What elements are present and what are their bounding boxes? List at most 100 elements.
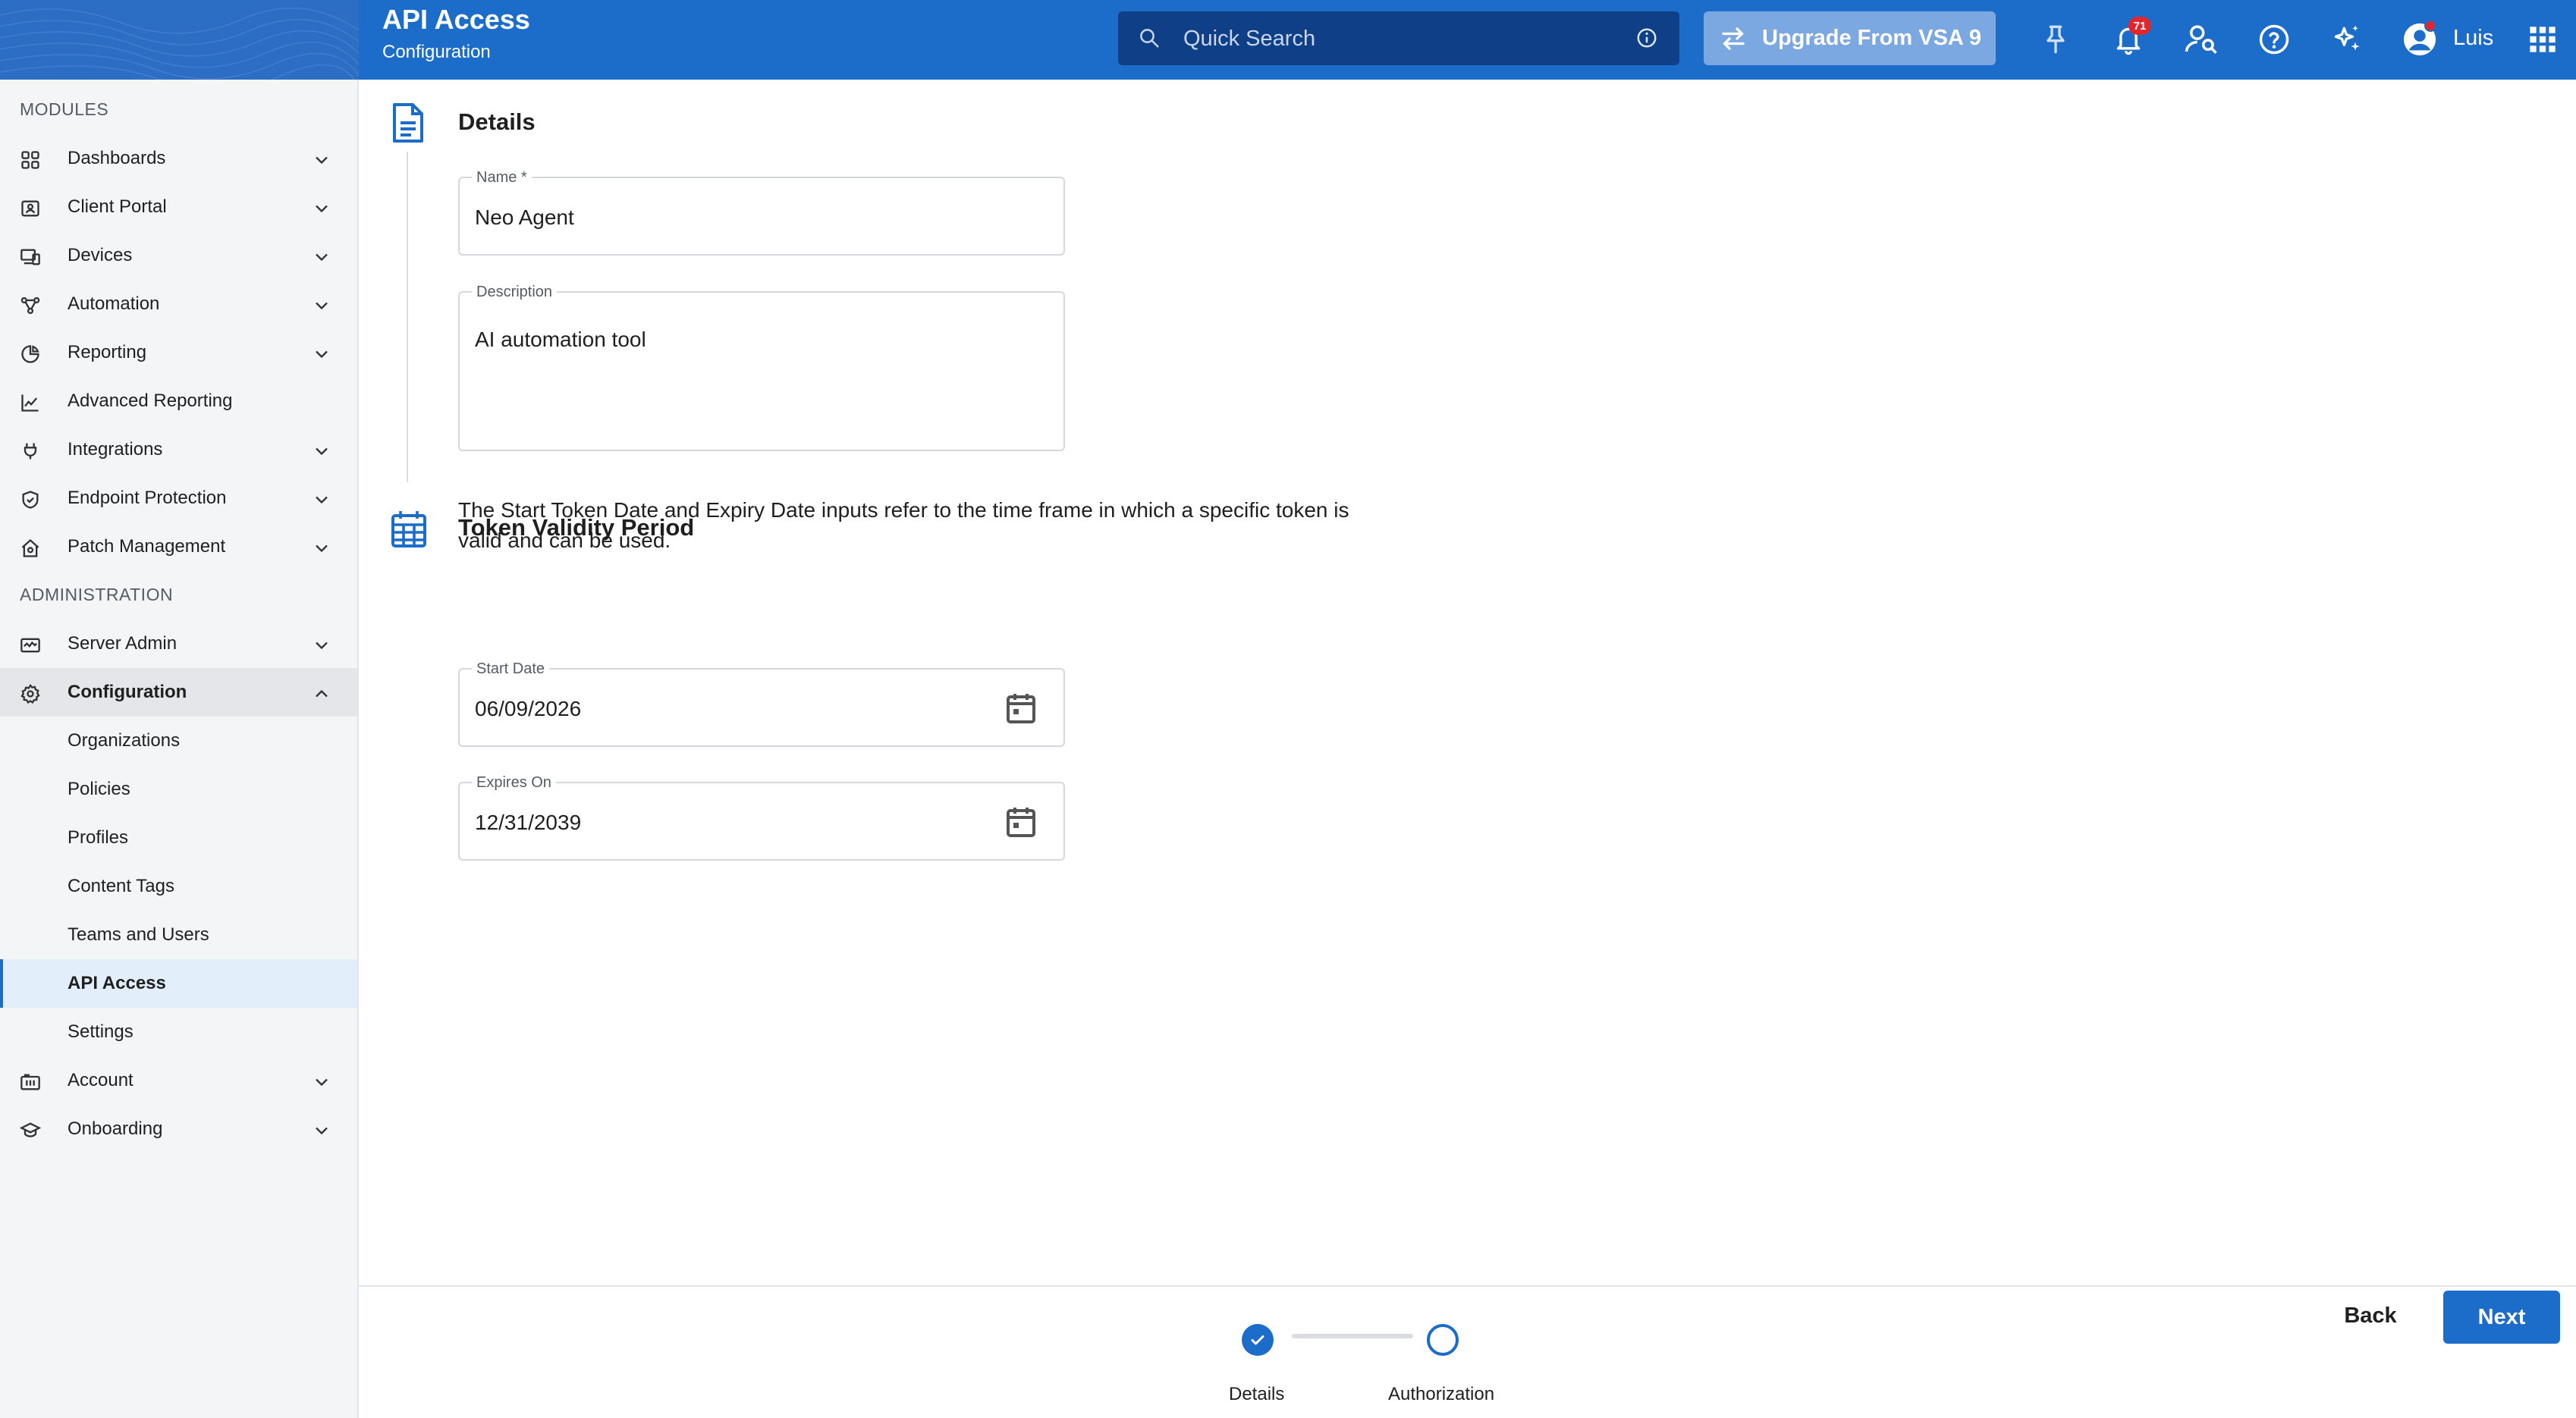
sidebar-subitem-policies[interactable]: Policies [0,765,357,814]
automation-icon [20,296,40,315]
sidebar-item-devices[interactable]: Devices [0,231,357,280]
sidebar-subitem-settings[interactable]: Settings [0,1008,357,1056]
expires-on-input[interactable] [475,806,930,839]
sidebar-item-label: Account [68,1070,134,1090]
section-connector-line [407,152,408,482]
chevron-down-icon [316,496,328,504]
sidebar-subitem-content-tags[interactable]: Content Tags [0,862,357,911]
sidebar-item-label: Reporting [68,342,147,362]
sidebar-item-label: Patch Management [68,536,226,557]
sidebar-item-label: Profiles [68,827,129,848]
reporting-icon [21,345,39,363]
sidebar-item-label: API Access [68,973,166,993]
document-icon [393,103,423,143]
start-date-input[interactable] [475,692,930,726]
sidebar-item-configuration[interactable]: Configuration [0,668,357,717]
step-authorization-indicator[interactable] [1427,1324,1459,1356]
sidebar-subitem-teams-and-users[interactable]: Teams and Users [0,911,357,959]
sidebar-subitem-organizations[interactable]: Organizations [0,717,357,765]
brand-banner [0,0,359,80]
pin-icon[interactable] [2036,20,2075,59]
sidebar-item-endpoint-protection[interactable]: Endpoint Protection [0,474,357,522]
sidebar-subitem-api-access[interactable]: API Access [0,959,357,1008]
sidebar-item-label: Settings [68,1021,134,1042]
chevron-down-icon [316,1127,328,1135]
sidebar-item-automation[interactable]: Automation [0,280,357,328]
sidebar-item-account[interactable]: Account [0,1056,357,1105]
sidebar-item-integrations[interactable]: Integrations [0,425,357,474]
chevron-down-icon [316,156,328,165]
sidebar-item-patch-management[interactable]: Patch Management [0,522,357,571]
chart-icon [21,394,39,412]
ai-sparkle-icon[interactable] [2327,20,2367,59]
chevron-down-icon [316,302,328,310]
calendar-icon[interactable] [1006,692,1036,724]
user-search-icon[interactable] [2182,20,2221,59]
sidebar: MODULES Dashboards Client Portal Devices… [0,80,359,1418]
sidebar-item-advanced-reporting[interactable]: Advanced Reporting [0,377,357,425]
devices-icon [20,249,40,265]
upgrade-button[interactable]: Upgrade From VSA 9 [1704,11,1996,65]
server-icon [20,638,40,653]
token-validity-description: The Start Token Date and Expiry Date inp… [458,498,1349,552]
description-textarea[interactable]: AI automation tool [475,328,1044,441]
apps-grid-icon[interactable] [2523,20,2562,59]
step-details-indicator[interactable] [1242,1324,1274,1356]
sidebar-item-onboarding[interactable]: Onboarding [0,1105,357,1153]
top-header: API Access Configuration Upgrade From VS… [0,0,2576,80]
sidebar-item-client-portal[interactable]: Client Portal [0,183,357,231]
chevron-down-icon [316,544,328,553]
sidebar-item-label: Client Portal [68,196,167,217]
sidebar-item-label: Server Admin [68,633,177,654]
info-icon[interactable] [1635,27,1658,49]
description-field[interactable]: Description AI automation tool [458,284,1065,451]
quick-search[interactable] [1118,11,1679,65]
page-title: API Access [382,4,530,35]
search-input[interactable] [1183,22,1608,55]
sidebar-item-label: Devices [68,245,133,265]
sidebar-subitem-profiles[interactable]: Profiles [0,814,357,862]
step-authorization-label: Authorization [1388,1384,1495,1404]
onboarding-icon [20,1122,41,1137]
name-input[interactable] [475,201,1044,234]
administration-section-label: ADMINISTRATION [20,585,174,604]
check-icon [1251,1335,1264,1345]
back-button[interactable]: Back [2306,1289,2435,1342]
sidebar-item-label: Teams and Users [68,924,209,945]
sidebar-item-dashboards[interactable]: Dashboards [0,134,357,183]
chevron-down-icon [316,205,328,213]
notification-badge: 71 [2128,17,2151,35]
details-title: Details [458,108,536,135]
sidebar-item-reporting[interactable]: Reporting [0,328,357,377]
start-date-field[interactable]: Start Date [458,660,1065,747]
step-details-label: Details [1229,1384,1285,1404]
wave-pattern [0,7,359,80]
description-field-label: Description [472,284,558,300]
chevron-down-icon [316,642,328,650]
stepper-connector [1292,1334,1413,1338]
shield-icon [22,491,39,509]
sidebar-item-label: Advanced Reporting [68,391,233,411]
help-icon[interactable] [2254,20,2294,59]
portal-icon [21,200,39,217]
modules-section-label: MODULES [20,99,109,119]
sidebar-item-label: Integrations [68,439,163,460]
sidebar-item-server-admin[interactable]: Server Admin [0,620,357,668]
name-field-label: Name * [472,169,532,186]
page-subtitle: Configuration [382,42,491,62]
wizard-footer: Details Authorization [359,1285,2576,1418]
sidebar-item-label: Organizations [68,730,181,751]
sidebar-item-label: Dashboards [68,148,166,168]
search-icon [1140,29,1159,48]
status-dot [2424,20,2436,32]
next-button[interactable]: Next [2443,1291,2560,1344]
chevron-down-icon [316,447,328,456]
sidebar-item-label: Content Tags [68,876,174,896]
name-field[interactable]: Name * [458,169,1065,256]
sidebar-item-label: Endpoint Protection [68,488,227,508]
expires-on-field[interactable]: Expires On [458,774,1065,861]
chevron-up-icon [316,689,328,698]
user-name[interactable]: Luis [2453,23,2493,53]
calendar-icon[interactable] [1006,806,1036,838]
gear-icon [20,683,40,704]
